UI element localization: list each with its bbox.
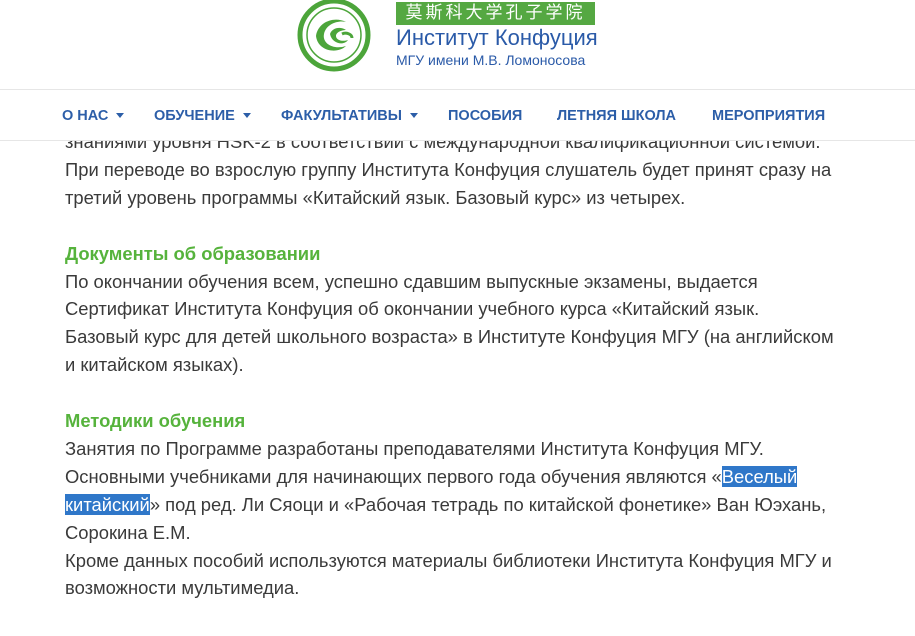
nav-item-label: ЛЕТНЯЯ ШКОЛА [557,108,677,124]
site-header: 莫斯科大学孔子学院 Институт Конфуция МГУ имени М.… [0,0,915,141]
paragraph-documents: По окончании обучения всем, успешно сдав… [65,270,834,376]
methods-text-b: » под ред. Ли Сяоци и «Рабочая тетрадь п… [65,493,827,543]
heading-methods: Методики обучения [65,410,246,432]
article-content: знаниями уровня HSK-2 в соответствии с м… [65,128,835,602]
nav-item-label: МЕРОПРИЯТИЯ [712,108,826,124]
nav-item-label: ПОСОБИЯ [448,108,523,124]
site-title[interactable]: Институт Конфуция [396,26,598,50]
nav-item-label: ОБУЧЕНИЕ [154,108,235,124]
chinese-title: 莫斯科大学孔子学院 [396,2,595,25]
paragraph-methods: Занятия по Программе разработаны препода… [65,435,835,547]
chevron-down-icon [242,112,251,118]
nav-item-label: ФАКУЛЬТАТИВЫ [281,108,402,124]
nav-item-textbooks[interactable]: ПОСОБИЯ [448,90,522,140]
chevron-down-icon [116,112,125,118]
chevron-down-icon [409,112,418,118]
nav-item-events[interactable]: МЕРОПРИЯТИЯ [712,90,825,140]
methods-text-a: Занятия по Программе разработаны препода… [65,437,764,487]
nav-item-label: О НАС [62,108,109,124]
site-subtitle: МГУ имени М.В. Ломоносова [396,52,586,68]
nav-item-about[interactable]: О НАС [62,90,125,140]
main-nav: О НАС ОБУЧЕНИЕ ФАКУЛЬТАТИВЫ ПОСОБИЯ ЛЕТН… [0,90,915,141]
paragraph-materials: Кроме данных пособий используются матери… [65,549,832,599]
confucius-institute-emblem-icon[interactable] [294,0,374,74]
nav-item-electives[interactable]: ФАКУЛЬТАТИВЫ [281,90,418,140]
nav-item-education[interactable]: ОБУЧЕНИЕ [154,90,251,140]
logo-row: 莫斯科大学孔子学院 Институт Конфуция МГУ имени М.… [0,0,915,90]
nav-item-summer-school[interactable]: ЛЕТНЯЯ ШКОЛА [557,90,676,140]
heading-documents: Документы об образовании [65,242,321,264]
